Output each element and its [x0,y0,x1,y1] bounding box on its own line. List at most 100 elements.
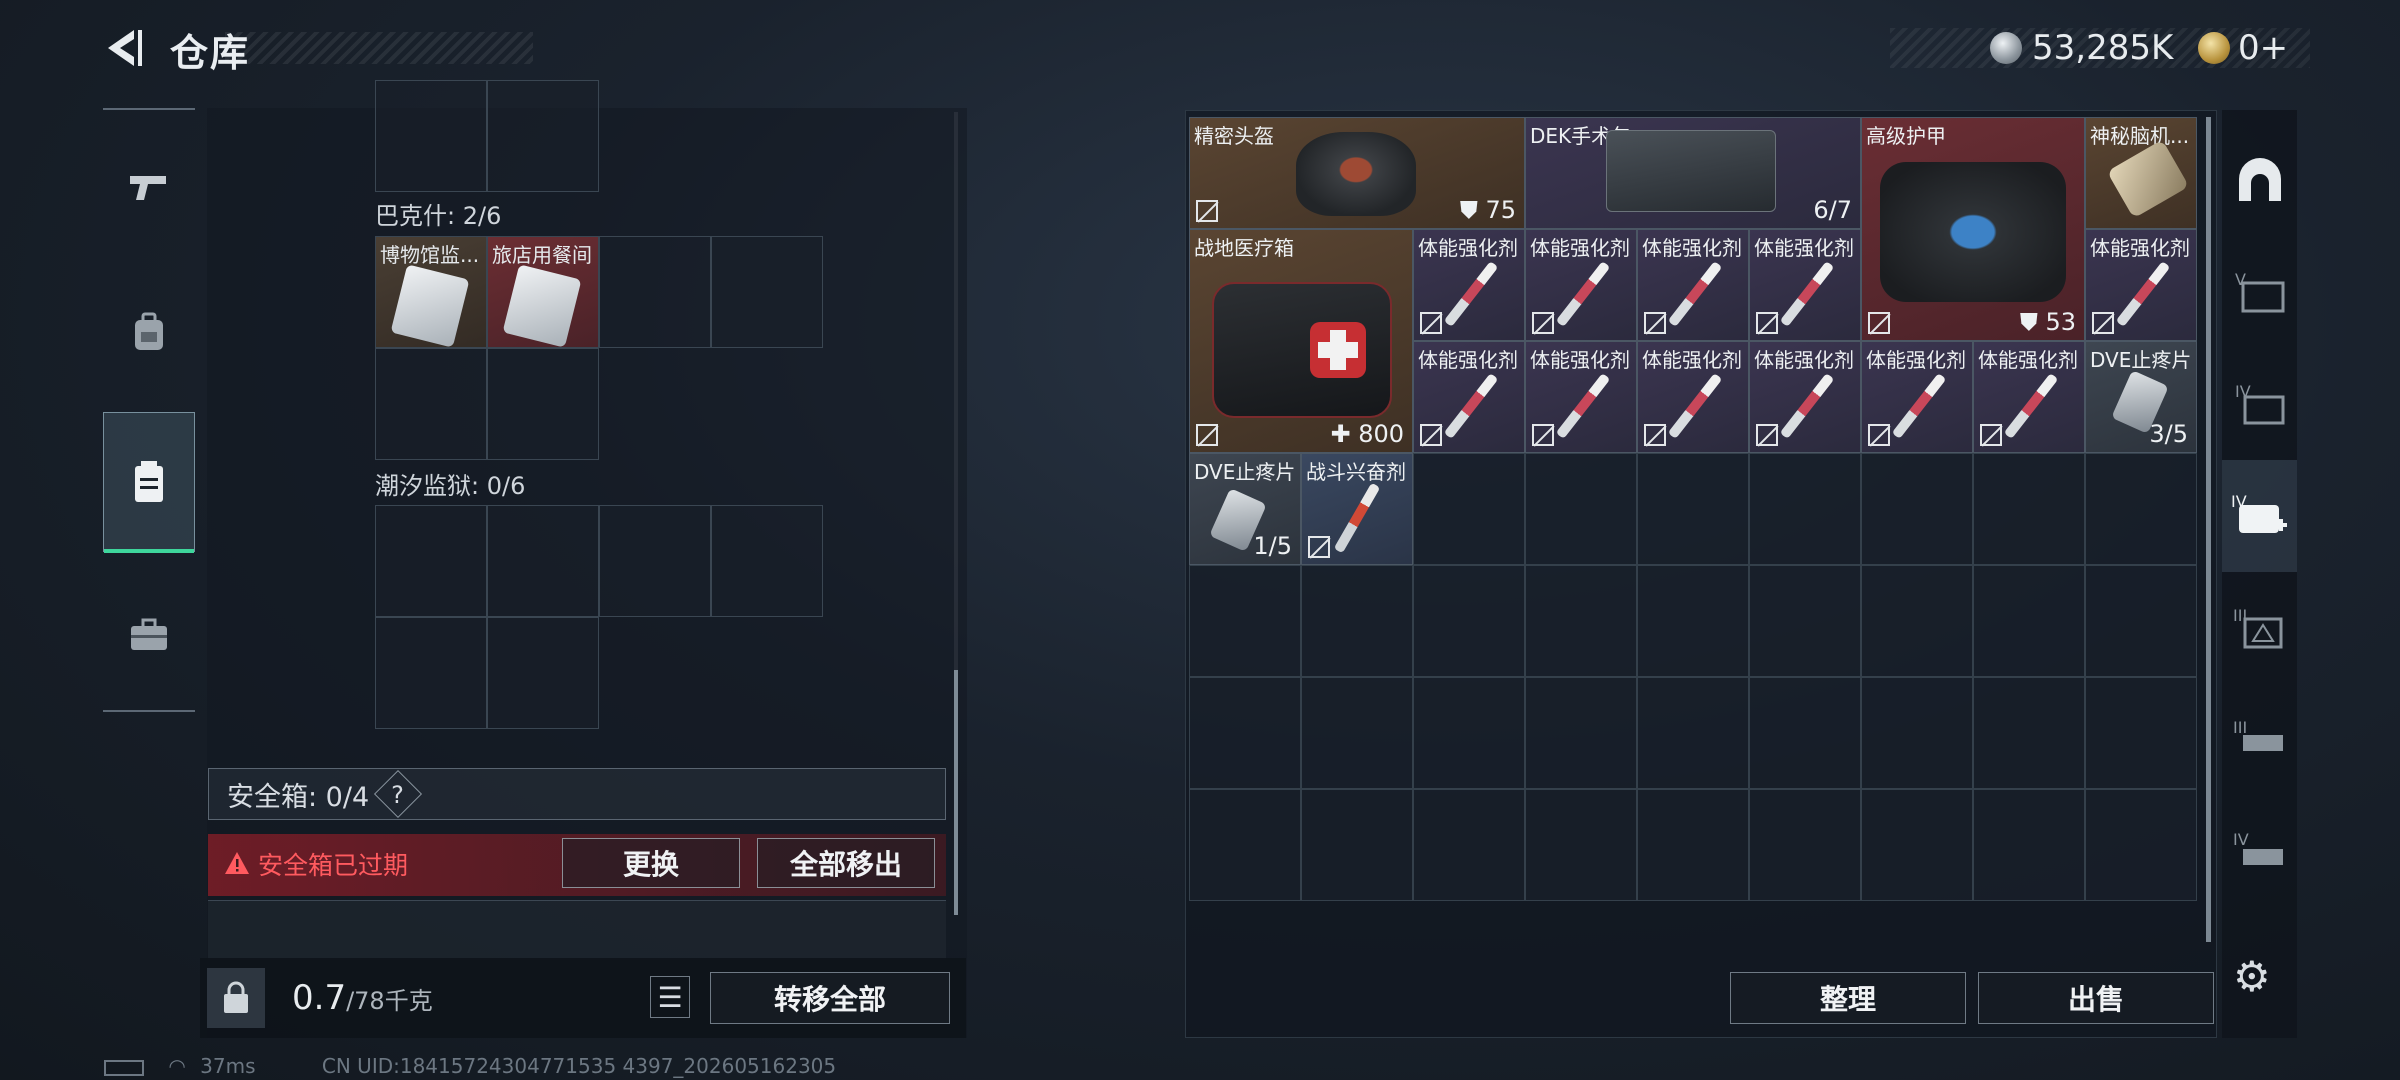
storage-slot[interactable] [1525,565,1637,677]
no-insure-icon [1420,312,1442,334]
storage-slot[interactable] [1861,677,1973,789]
back-arrow-icon[interactable] [100,26,144,70]
item-precision-helmet[interactable]: 精密头盔 ⛊ 75 [1189,117,1525,229]
left-scrollbar[interactable] [954,670,958,915]
storage-slot[interactable] [1861,565,1973,677]
storage-tab-iv1[interactable]: IV [2222,348,2297,460]
storage-slot[interactable] [1749,677,1861,789]
item-museum-key[interactable]: 博物馆监... [375,236,487,348]
rig-slot[interactable] [375,505,487,617]
sort-button[interactable]: 整理 [1730,972,1966,1024]
rig-slot[interactable] [375,617,487,729]
item-uses: 6/7 [1813,196,1852,224]
item-hp: ✚ 800 [1330,420,1404,448]
storage-slot[interactable] [1749,453,1861,565]
item-stamina-booster[interactable]: 体能强化剂 [1637,341,1749,453]
storage-slot[interactable] [1637,789,1749,901]
storage-tab-iv-medical[interactable]: IV [2222,460,2297,572]
storage-tab-all[interactable] [2222,124,2297,236]
gold-currency-amount[interactable]: 0+ [2238,28,2288,68]
rig-slot[interactable] [375,348,487,460]
storage-slot[interactable] [1525,789,1637,901]
rig-slot[interactable] [711,505,823,617]
storage-slot[interactable] [1413,453,1525,565]
storage-tab-iii1[interactable]: III [2222,572,2297,684]
storage-slot[interactable] [1189,677,1301,789]
item-dek-surgery-kit[interactable]: DEK手术包 6/7 [1525,117,1861,229]
storage-slot[interactable] [1189,565,1301,677]
item-dve-painkiller[interactable]: DVE止疼片 3/5 [2085,341,2197,453]
nav-backpack[interactable] [103,262,195,402]
item-stamina-booster[interactable]: 体能强化剂 [1749,229,1861,341]
item-stamina-booster[interactable]: 体能强化剂 [1637,229,1749,341]
sell-button[interactable]: 出售 [1978,972,2214,1024]
item-stamina-booster[interactable]: 体能强化剂 [1413,341,1525,453]
storage-slot[interactable] [1973,789,2085,901]
storage-slot[interactable] [1525,677,1637,789]
storage-slot[interactable] [1861,789,1973,901]
help-icon[interactable]: ? [374,769,423,819]
item-stamina-booster[interactable]: 体能强化剂 [1525,229,1637,341]
storage-slot[interactable] [1973,565,2085,677]
keycard-icon [502,264,582,348]
storage-slot[interactable] [2085,565,2197,677]
storage-slot[interactable] [1973,677,2085,789]
storage-slot[interactable] [1301,677,1413,789]
storage-slot[interactable] [1749,789,1861,901]
item-stamina-booster[interactable]: 体能强化剂 [1973,341,2085,453]
item-stamina-booster[interactable]: 体能强化剂 [1861,341,1973,453]
storage-slot[interactable] [1413,565,1525,677]
storage-slot[interactable] [1749,565,1861,677]
rig-slot[interactable] [487,348,599,460]
storage-slot[interactable] [1973,453,2085,565]
rig-slot[interactable] [375,80,487,192]
item-field-medical-kit[interactable]: 战地医疗箱 ✚ 800 [1189,229,1413,453]
item-stamina-booster[interactable]: 体能强化剂 [2085,229,2197,341]
storage-slot[interactable] [1301,789,1413,901]
settings-gear-icon[interactable]: ⚙ [2233,952,2271,1001]
list-icon[interactable]: ☰ [650,976,690,1018]
backpack-icon [135,312,163,350]
storage-slot[interactable] [1637,677,1749,789]
storage-slot[interactable] [1525,453,1637,565]
syringe-icon [1333,482,1381,554]
move-all-out-button[interactable]: 全部移出 [757,838,935,888]
rig-slot[interactable] [711,236,823,348]
rig-slot[interactable] [487,80,599,192]
rig-slot[interactable] [487,505,599,617]
no-insure-icon [1644,312,1666,334]
nav-weapons[interactable] [103,118,195,258]
item-combat-stimulant[interactable]: 战斗兴奋剂 [1301,453,1413,565]
item-dve-painkiller[interactable]: DVE止疼片 1/5 [1189,453,1301,565]
storage-tab-v1[interactable]: V [2222,236,2297,348]
storage-slot[interactable] [1413,789,1525,901]
replace-button[interactable]: 更换 [562,838,740,888]
item-stamina-booster[interactable]: 体能强化剂 [1749,341,1861,453]
storage-slot[interactable] [1637,453,1749,565]
item-stamina-booster[interactable]: 体能强化剂 [1525,341,1637,453]
storage-scrollbar[interactable] [2206,117,2211,942]
storage-slot[interactable] [1861,453,1973,565]
item-stamina-booster[interactable]: 体能强化剂 [1413,229,1525,341]
transfer-all-button[interactable]: 转移全部 [710,972,950,1024]
storage-slot[interactable] [1189,789,1301,901]
pistol-icon [130,176,166,200]
rig-slot[interactable] [599,236,711,348]
item-hotel-dining-key[interactable]: 旅店用餐间 [487,236,599,348]
item-mystery-brain-chip[interactable]: 神秘脑机... [2085,117,2197,229]
storage-tab-iii2[interactable]: III [2222,684,2297,796]
storage-slot[interactable] [1301,565,1413,677]
nav-chest-rig[interactable] [103,412,195,553]
safe-box-slots[interactable] [208,900,946,960]
rig-slot[interactable] [599,505,711,617]
nav-case[interactable] [103,565,195,705]
syringe-icon [2115,260,2171,328]
storage-slot[interactable] [2085,789,2197,901]
storage-slot[interactable] [1637,565,1749,677]
item-advanced-armor[interactable]: 高级护甲 ⛊ 53 [1861,117,2085,341]
storage-slot[interactable] [2085,453,2197,565]
storage-slot[interactable] [1413,677,1525,789]
rig-slot[interactable] [487,617,599,729]
storage-slot[interactable] [2085,677,2197,789]
storage-tab-iv2[interactable]: IV [2222,796,2297,908]
